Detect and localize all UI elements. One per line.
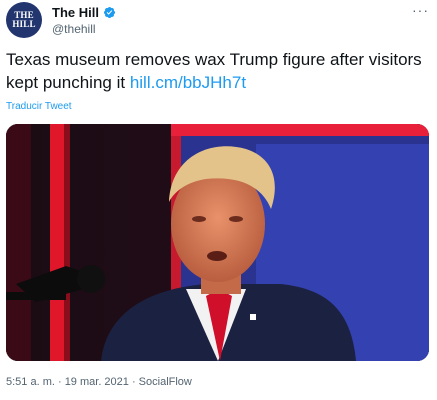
photo-illustration (6, 124, 429, 361)
author-name-row: The Hill (52, 5, 116, 20)
tweet: THE HILL The Hill @thehill ··· Texas mus… (0, 0, 437, 400)
verified-badge-icon (103, 6, 116, 19)
tweet-timestamp[interactable]: 5:51 a. m. · 19 mar. 2021 · SocialFlow (6, 376, 192, 388)
avatar-text-line2: HILL (12, 19, 36, 29)
tweet-link[interactable]: hill.cm/bbJHh7t (130, 73, 246, 92)
author-handle[interactable]: @thehill (52, 22, 96, 36)
tweet-text: Texas museum removes wax Trump figure af… (6, 48, 426, 94)
translate-tweet-link[interactable]: Traducir Tweet (6, 101, 72, 112)
avatar[interactable]: THE HILL (6, 2, 42, 38)
author-name[interactable]: The Hill (52, 5, 99, 20)
more-options-icon[interactable]: ··· (412, 2, 429, 18)
tweet-media-image[interactable] (6, 124, 429, 361)
